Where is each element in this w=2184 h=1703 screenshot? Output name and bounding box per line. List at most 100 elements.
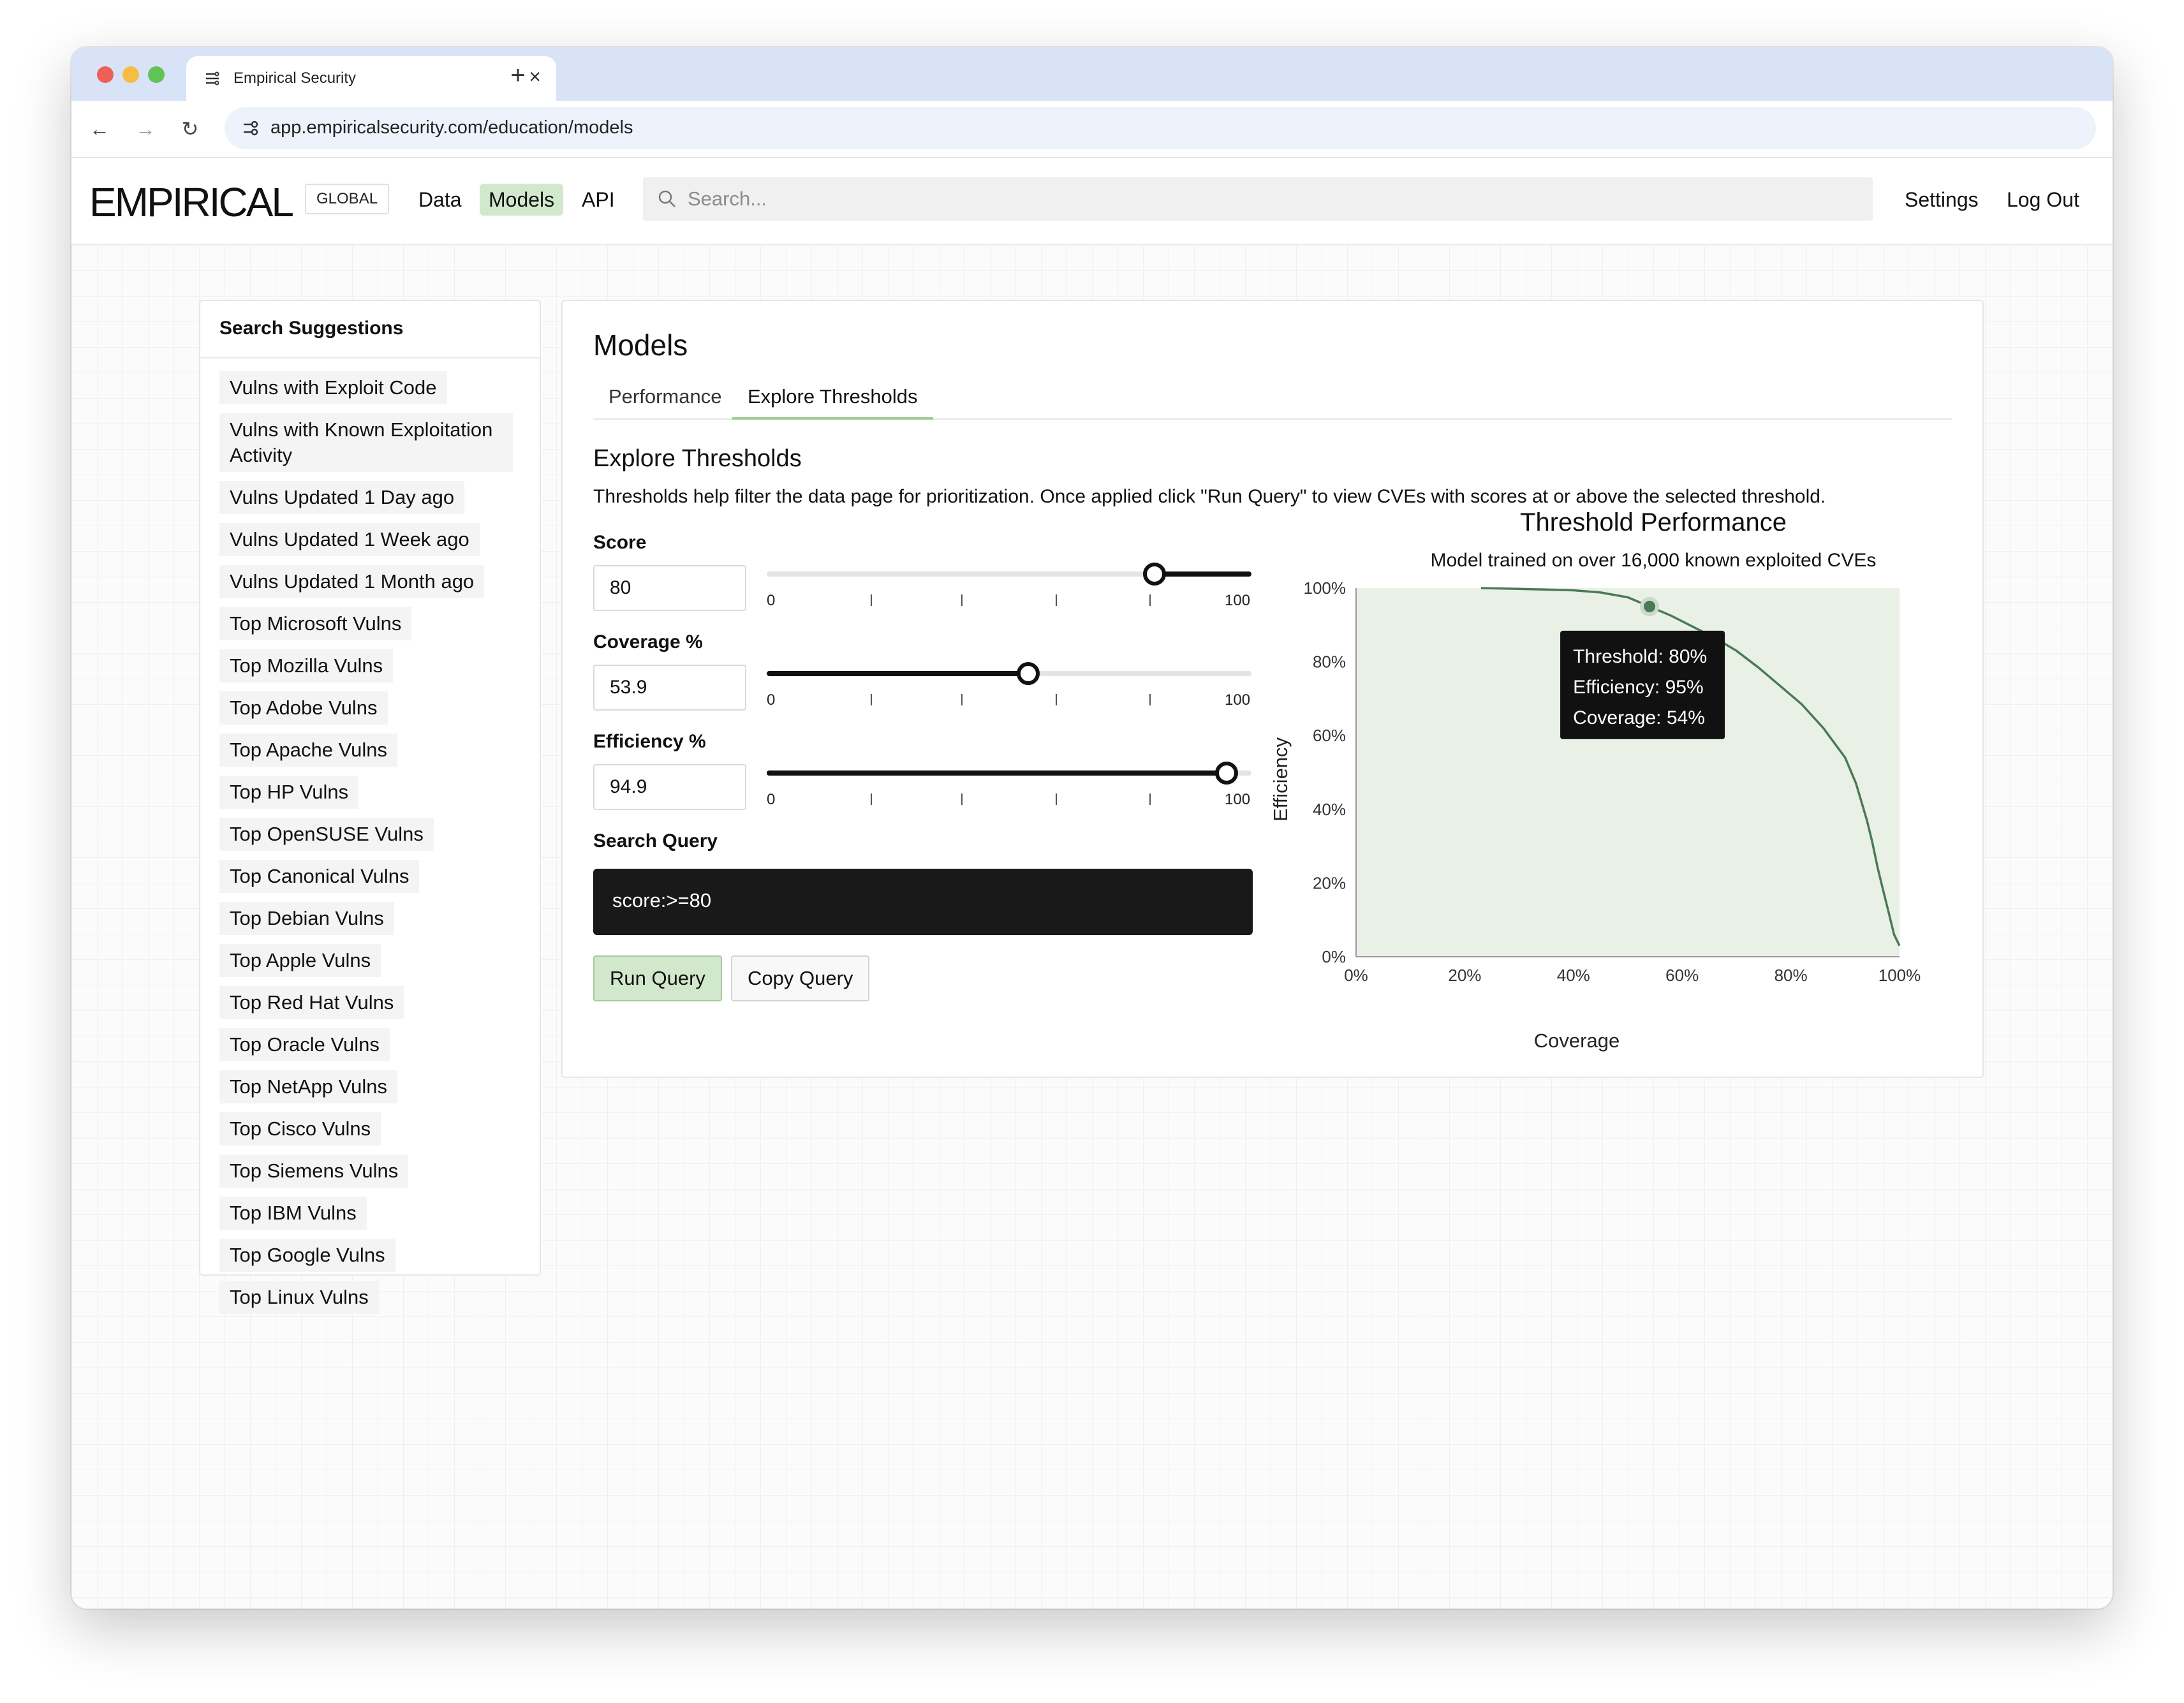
threshold-chart: Threshold Performance Model trained on o… [1264,508,1972,1060]
score-slider[interactable]: 0 100 [767,559,1251,610]
slider-min-label: 0 [767,691,776,709]
suggestion-item[interactable]: Top Apache Vulns [219,734,398,767]
new-tab-icon[interactable]: + [499,56,537,94]
logo[interactable]: EMPIRICAL [89,179,294,226]
suggestion-item[interactable]: Top Apple Vulns [219,944,381,977]
suggestion-item[interactable]: Top Google Vulns [219,1239,395,1272]
slider-tick [961,793,963,805]
maximize-window-button[interactable] [148,66,165,83]
address-bar[interactable]: app.empiricalsecurity.com/education/mode… [225,107,2096,149]
close-window-button[interactable] [97,66,114,83]
y-tick-label: 100% [1304,579,1347,598]
models-panel: Models Performance Explore Thresholds Ex… [561,300,1984,1078]
efficiency-input[interactable] [593,764,746,810]
suggestion-item[interactable]: Top HP Vulns [219,776,359,809]
page-title: Models [593,328,688,362]
search-query-label: Search Query [593,830,718,852]
slider-thumb[interactable] [1016,662,1040,685]
section-description: Thresholds help filter the data page for… [593,486,1826,507]
y-axis-label: Efficiency [1269,737,1292,822]
suggestion-item[interactable]: Vulns Updated 1 Week ago [219,523,480,556]
search-icon [658,190,675,207]
tooltip-efficiency: Efficiency: 95% [1573,677,1704,698]
suggestion-item[interactable]: Top Oracle Vulns [219,1028,390,1061]
suggestion-list: Vulns with Exploit Code Vulns with Known… [219,371,519,1323]
score-input[interactable] [593,565,746,611]
slider-tick [1056,694,1057,705]
slider-max-label: 100 [1225,791,1251,808]
x-tick-label: 40% [1557,966,1590,985]
coverage-input[interactable] [593,665,746,711]
slider-tick [871,594,872,606]
tooltip-coverage: Coverage: 54% [1573,707,1705,728]
settings-link[interactable]: Settings [1896,184,1988,216]
suggestion-item[interactable]: Vulns Updated 1 Month ago [219,565,485,598]
search-query-box[interactable]: score:>=80 [593,869,1253,935]
copy-query-button[interactable]: Copy Query [731,955,870,1001]
y-tick-label: 0% [1322,947,1346,966]
suggestion-item[interactable]: Top Cisco Vulns [219,1112,381,1146]
slider-min-label: 0 [767,592,776,609]
suggestion-item[interactable]: Top NetApp Vulns [219,1070,398,1103]
suggestion-item[interactable]: Top Mozilla Vulns [219,649,394,682]
search-input[interactable] [688,184,1848,214]
suggestion-item[interactable]: Top Linux Vulns [219,1281,379,1314]
y-tick-label: 80% [1313,652,1346,672]
browser-tab-bar: Empirical Security × + [71,47,2113,101]
suggestion-item[interactable]: Top Canonical Vulns [219,860,420,893]
scope-badge[interactable]: GLOBAL [305,184,390,214]
x-axis-label: Coverage [1534,1029,1620,1052]
nav-models[interactable]: Models [480,184,564,216]
content-area: Search Suggestions Vulns with Exploit Co… [71,245,2113,1609]
slider-min-label: 0 [767,791,776,808]
models-tabs: Performance Explore Thresholds [593,379,1952,420]
suggestion-item[interactable]: Top OpenSUSE Vulns [219,818,434,851]
slider-max-label: 100 [1225,691,1251,709]
coverage-slider[interactable]: 0 100 [767,658,1251,709]
app-header: EMPIRICAL GLOBAL Data Models API Setting… [71,158,2113,245]
efficiency-slider[interactable]: 0 100 [767,758,1251,809]
back-icon[interactable]: ← [85,115,114,143]
reload-icon[interactable]: ↻ [176,115,204,143]
slider-thumb[interactable] [1143,563,1166,586]
global-search [643,177,1873,221]
browser-window: Empirical Security × + ← → ↻ app.empiric… [71,47,2113,1609]
suggestion-item[interactable]: Top IBM Vulns [219,1197,367,1230]
x-tick-label: 60% [1665,966,1699,985]
suggestion-item[interactable]: Top Red Hat Vulns [219,986,404,1019]
slider-thumb[interactable] [1215,762,1239,785]
slider-tick [871,793,872,805]
run-query-button[interactable]: Run Query [593,955,722,1001]
coverage-label: Coverage % [593,631,703,652]
tooltip-threshold: Threshold: 80% [1573,646,1707,667]
suggestion-item[interactable]: Vulns with Exploit Code [219,371,447,404]
slider-tick [1056,793,1057,805]
x-tick-label: 100% [1878,966,1921,985]
tab-performance[interactable]: Performance [593,379,737,420]
slider-tick [961,594,963,606]
tab-title: Empirical Security [233,70,357,87]
score-label: Score [593,532,647,553]
highlight-point[interactable] [1640,596,1660,616]
logout-link[interactable]: Log Out [1998,184,2088,216]
y-tick-label: 60% [1313,726,1346,745]
slider-tick [1056,594,1057,606]
tab-explore-thresholds[interactable]: Explore Thresholds [732,379,933,420]
suggestion-item[interactable]: Top Microsoft Vulns [219,607,412,640]
nav-data[interactable]: Data [410,184,471,216]
slider-tick [1149,694,1151,705]
y-tick-label: 40% [1313,800,1346,819]
slider-fill [767,770,1227,776]
suggestion-item[interactable]: Top Siemens Vulns [219,1154,409,1188]
site-settings-icon[interactable] [241,119,260,138]
suggestion-item[interactable]: Vulns Updated 1 Day ago [219,481,465,514]
suggestion-item[interactable]: Top Debian Vulns [219,902,394,935]
forward-icon[interactable]: → [131,115,159,143]
url-text: app.empiricalsecurity.com/education/mode… [270,117,633,138]
suggestion-item[interactable]: Vulns with Known Exploitation Activity [219,413,513,472]
chart-tooltip: Threshold: 80% Efficiency: 95% Coverage:… [1560,630,1725,739]
suggestion-item[interactable]: Top Adobe Vulns [219,691,388,725]
minimize-window-button[interactable] [122,66,139,83]
slider-tick [1149,594,1151,606]
nav-api[interactable]: API [573,184,624,216]
